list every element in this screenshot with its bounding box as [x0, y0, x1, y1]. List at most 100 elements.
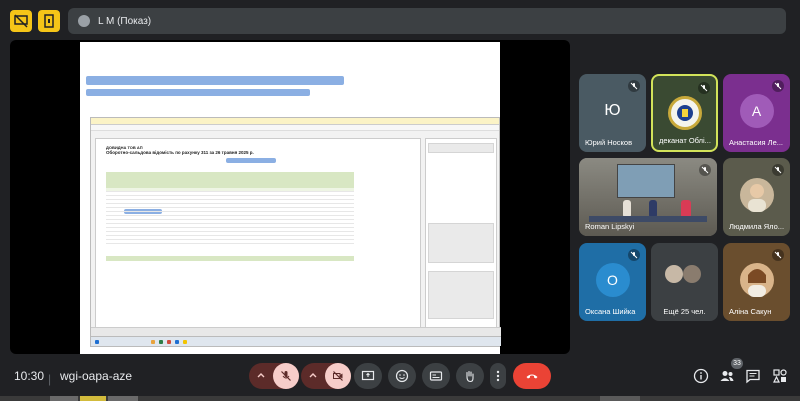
avatar: О — [595, 263, 630, 297]
table-row — [106, 240, 354, 244]
participant-name: Оксана Шийка — [585, 307, 636, 316]
participant-name: Аліна Сакун — [729, 307, 772, 316]
captions-icon — [429, 371, 443, 381]
mic-off-icon — [772, 249, 784, 261]
presenter-label: L M (Показ) — [98, 15, 152, 27]
side-panel — [425, 138, 497, 328]
shapes-icon — [773, 369, 787, 383]
mic-off-icon — [698, 82, 710, 94]
camera-control[interactable] — [301, 363, 351, 389]
participant-tile-video[interactable]: Roman Lipskyi — [579, 158, 717, 236]
reactions-button[interactable] — [388, 363, 416, 389]
report-document: ДОВИДНА ТОВ АП Оборотно-сальдова відоміс… — [95, 138, 421, 328]
app-menu-bar — [91, 125, 499, 131]
activities-button[interactable] — [770, 366, 790, 386]
taskbar-segment — [80, 396, 106, 401]
people-button[interactable] — [717, 366, 737, 386]
taskbar-app-icon — [175, 340, 179, 344]
participant-name: Roman Lipskyi — [585, 222, 635, 231]
leave-call-button[interactable] — [513, 363, 551, 389]
camera-toggle-button[interactable] — [325, 363, 351, 389]
participant-name: Людмила Яло... — [729, 222, 785, 231]
taskbar-app-icon — [183, 340, 187, 344]
university-logo — [667, 96, 702, 130]
shared-screen: ДОВИДНА ТОВ АП Оборотно-сальдова відоміс… — [10, 40, 570, 354]
avatar: А — [739, 94, 774, 128]
people-count-badge: 33 — [731, 358, 743, 369]
redacted-subtitle — [86, 89, 310, 96]
mic-toggle-button[interactable] — [273, 363, 299, 389]
more-vert-icon — [496, 370, 500, 382]
more-participants-label: Ещё 25 чел. — [663, 307, 706, 316]
redacted-title — [86, 76, 344, 85]
app-status-bar — [91, 327, 501, 336]
more-options-button[interactable] — [490, 363, 506, 389]
taskbar-segment — [50, 396, 78, 401]
participant-tile[interactable]: О Оксана Шийка — [579, 243, 646, 321]
report-total-row — [106, 256, 354, 261]
footer-divider: | — [48, 372, 52, 386]
meeting-code: wgi-oapa-aze — [60, 369, 133, 383]
present-icon — [361, 370, 375, 381]
report-rows — [106, 188, 354, 244]
chat-button[interactable] — [743, 366, 763, 386]
meet-window: { "header": { "presenter_label": "L M (П… — [0, 0, 800, 401]
avatar-stack — [665, 265, 705, 285]
presentation-slide: ДОВИДНА ТОВ АП Оборотно-сальдова відоміс… — [80, 42, 501, 354]
raise-hand-button[interactable] — [456, 363, 484, 389]
avatar-photo — [739, 263, 774, 297]
meeting-info-button[interactable] — [691, 366, 711, 386]
mic-off-icon — [772, 164, 784, 176]
exit-fullscreen-icon[interactable] — [38, 10, 60, 32]
emoji-icon — [395, 369, 409, 383]
info-icon — [693, 368, 709, 384]
taskbar-app-icon — [151, 340, 155, 344]
mic-off-icon — [281, 371, 291, 381]
participant-tile[interactable]: Аліна Сакун — [723, 243, 790, 321]
avatar-mini — [665, 265, 683, 283]
app-title-bar — [91, 118, 499, 125]
mic-off-icon — [628, 249, 640, 261]
accounting-app-window: ДОВИДНА ТОВ АП Оборотно-сальдова відоміс… — [90, 117, 501, 347]
report-subtitle: Оборотно-сальдова відомість по рахунку 3… — [106, 150, 254, 155]
meeting-clock: 10:30 — [14, 369, 45, 383]
taskbar-segment — [108, 396, 138, 401]
taskbar-app-icon — [167, 340, 171, 344]
mic-control[interactable] — [249, 363, 299, 389]
captions-button[interactable] — [422, 363, 450, 389]
participant-name: деканат Облі... — [659, 136, 711, 145]
chat-icon — [746, 369, 760, 384]
report-header — [106, 172, 354, 188]
redacted-field — [226, 158, 276, 163]
screen-share-stop-icon[interactable] — [10, 10, 32, 32]
participant-tile[interactable]: Ю Юрий Носков — [579, 74, 646, 152]
participant-tile[interactable]: Людмила Яло... — [723, 158, 790, 236]
taskbar-app-icon — [159, 340, 163, 344]
os-taskbar-strip — [0, 396, 800, 401]
call-end-icon — [526, 374, 538, 379]
participant-tile[interactable]: деканат Облі... — [651, 74, 718, 152]
avatar: Ю — [604, 102, 621, 119]
projector-screen — [617, 164, 675, 198]
mic-off-icon — [772, 80, 784, 92]
camera-off-icon — [333, 371, 343, 381]
presenter-avatar — [78, 15, 90, 27]
windows-start-icon — [95, 340, 99, 344]
side-block — [428, 271, 494, 319]
side-block — [428, 223, 494, 263]
camera-options-button[interactable] — [301, 363, 325, 389]
more-participants-tile[interactable]: Ещё 25 чел. — [651, 243, 718, 321]
participant-name: Анастасия Ле... — [729, 138, 784, 147]
os-taskbar — [91, 336, 501, 346]
side-block — [428, 143, 494, 153]
participant-tile[interactable]: А Анастасия Ле... — [723, 74, 790, 152]
avatar-mini — [683, 265, 701, 283]
participant-name: Юрий Носков — [585, 138, 633, 147]
present-screen-button[interactable] — [354, 363, 382, 389]
mic-off-icon — [699, 164, 711, 176]
mic-off-icon — [628, 80, 640, 92]
taskbar-segment — [600, 396, 640, 401]
hand-icon — [466, 370, 474, 383]
presenter-chip[interactable]: L M (Показ) — [68, 8, 786, 34]
mic-options-button[interactable] — [249, 363, 273, 389]
